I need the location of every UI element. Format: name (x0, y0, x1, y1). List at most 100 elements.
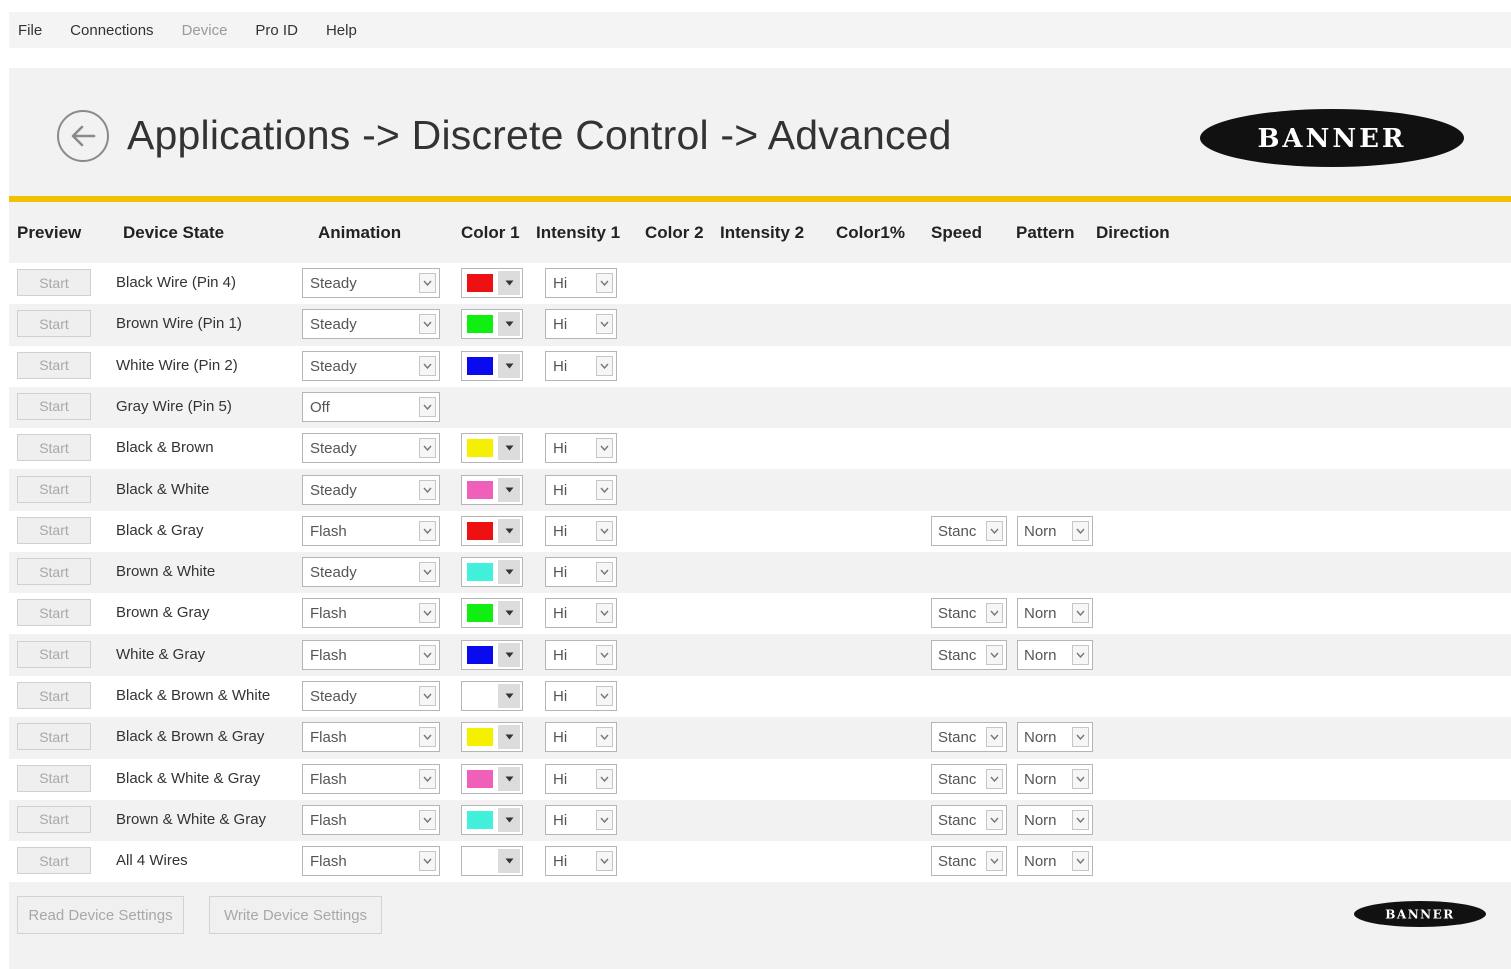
animation-select[interactable]: Steady (302, 350, 440, 381)
menu-connections[interactable]: Connections (70, 22, 153, 39)
intensity1-select[interactable]: Hi (545, 350, 617, 381)
chevron-down-icon[interactable] (596, 603, 613, 624)
chevron-down-icon[interactable] (498, 518, 520, 543)
color1-picker[interactable] (461, 681, 523, 711)
chevron-down-icon[interactable] (498, 766, 520, 791)
chevron-down-icon[interactable] (419, 851, 436, 872)
color1-picker[interactable] (461, 804, 523, 835)
chevron-down-icon[interactable] (419, 768, 436, 789)
chevron-down-icon[interactable] (419, 603, 436, 624)
animation-select[interactable]: Steady (302, 433, 440, 464)
chevron-down-icon[interactable] (1072, 644, 1089, 665)
start-preview-button[interactable]: Start (17, 599, 91, 627)
intensity1-select[interactable]: Hi (545, 722, 617, 753)
chevron-down-icon[interactable] (498, 353, 520, 378)
animation-select[interactable]: Steady (302, 309, 440, 340)
chevron-down-icon[interactable] (1072, 727, 1089, 748)
start-preview-button[interactable]: Start (17, 516, 91, 544)
chevron-down-icon[interactable] (986, 768, 1003, 789)
pattern-select[interactable]: Norn (1017, 515, 1093, 546)
animation-select[interactable]: Flash (302, 598, 440, 629)
intensity1-select[interactable]: Hi (545, 846, 617, 877)
chevron-down-icon[interactable] (498, 725, 520, 750)
menu-help[interactable]: Help (326, 22, 357, 39)
pattern-select[interactable]: Norn (1017, 722, 1093, 753)
chevron-down-icon[interactable] (986, 520, 1003, 541)
animation-select[interactable]: Steady (302, 474, 440, 505)
color1-picker[interactable] (461, 474, 523, 505)
chevron-down-icon[interactable] (986, 809, 1003, 830)
start-preview-button[interactable]: Start (17, 558, 91, 586)
chevron-down-icon[interactable] (1072, 520, 1089, 541)
chevron-down-icon[interactable] (498, 849, 520, 874)
chevron-down-icon[interactable] (419, 438, 436, 459)
animation-select[interactable]: Flash (302, 804, 440, 835)
color1-picker[interactable] (461, 598, 523, 629)
animation-select[interactable]: Steady (302, 681, 440, 711)
chevron-down-icon[interactable] (596, 686, 613, 706)
chevron-down-icon[interactable] (419, 355, 436, 376)
intensity1-select[interactable]: Hi (545, 763, 617, 794)
chevron-down-icon[interactable] (986, 644, 1003, 665)
chevron-down-icon[interactable] (419, 562, 436, 583)
speed-select[interactable]: Stanc (931, 722, 1007, 753)
chevron-down-icon[interactable] (596, 768, 613, 789)
animation-select[interactable]: Flash (302, 722, 440, 753)
color1-picker[interactable] (461, 557, 523, 588)
start-preview-button[interactable]: Start (17, 351, 91, 379)
animation-select[interactable]: Off (302, 391, 440, 422)
chevron-down-icon[interactable] (498, 642, 520, 667)
animation-select[interactable]: Flash (302, 763, 440, 794)
color1-picker[interactable] (461, 350, 523, 381)
start-preview-button[interactable]: Start (17, 392, 91, 420)
pattern-select[interactable]: Norn (1017, 598, 1093, 629)
animation-select[interactable]: Flash (302, 846, 440, 877)
chevron-down-icon[interactable] (596, 520, 613, 541)
start-preview-button[interactable]: Start (17, 269, 91, 296)
chevron-down-icon[interactable] (596, 355, 613, 376)
chevron-down-icon[interactable] (596, 851, 613, 872)
chevron-down-icon[interactable] (596, 479, 613, 500)
start-preview-button[interactable]: Start (17, 682, 91, 709)
chevron-down-icon[interactable] (596, 809, 613, 830)
start-preview-button[interactable]: Start (17, 764, 91, 792)
chevron-down-icon[interactable] (498, 560, 520, 585)
intensity1-select[interactable]: Hi (545, 433, 617, 464)
chevron-down-icon[interactable] (498, 312, 520, 337)
chevron-down-icon[interactable] (1072, 809, 1089, 830)
read-device-settings-button[interactable]: Read Device Settings (17, 896, 184, 934)
intensity1-select[interactable]: Hi (545, 268, 617, 298)
chevron-down-icon[interactable] (596, 438, 613, 459)
chevron-down-icon[interactable] (498, 807, 520, 832)
chevron-down-icon[interactable] (986, 851, 1003, 872)
color1-picker[interactable] (461, 722, 523, 753)
intensity1-select[interactable]: Hi (545, 474, 617, 505)
chevron-down-icon[interactable] (419, 727, 436, 748)
chevron-down-icon[interactable] (1072, 603, 1089, 624)
color1-picker[interactable] (461, 433, 523, 464)
chevron-down-icon[interactable] (986, 603, 1003, 624)
chevron-down-icon[interactable] (419, 273, 436, 293)
speed-select[interactable]: Stanc (931, 515, 1007, 546)
menu-file[interactable]: File (18, 22, 42, 39)
intensity1-select[interactable]: Hi (545, 598, 617, 629)
start-preview-button[interactable]: Start (17, 723, 91, 751)
intensity1-select[interactable]: Hi (545, 557, 617, 588)
start-preview-button[interactable]: Start (17, 475, 91, 503)
intensity1-select[interactable]: Hi (545, 309, 617, 340)
chevron-down-icon[interactable] (498, 477, 520, 502)
chevron-down-icon[interactable] (419, 520, 436, 541)
start-preview-button[interactable]: Start (17, 640, 91, 668)
start-preview-button[interactable]: Start (17, 805, 91, 833)
chevron-down-icon[interactable] (419, 644, 436, 665)
speed-select[interactable]: Stanc (931, 639, 1007, 670)
speed-select[interactable]: Stanc (931, 804, 1007, 835)
start-preview-button[interactable]: Start (17, 310, 91, 338)
chevron-down-icon[interactable] (1072, 851, 1089, 872)
color1-picker[interactable] (461, 846, 523, 877)
chevron-down-icon[interactable] (986, 727, 1003, 748)
chevron-down-icon[interactable] (498, 271, 520, 295)
animation-select[interactable]: Steady (302, 268, 440, 298)
intensity1-select[interactable]: Hi (545, 804, 617, 835)
animation-select[interactable]: Steady (302, 557, 440, 588)
